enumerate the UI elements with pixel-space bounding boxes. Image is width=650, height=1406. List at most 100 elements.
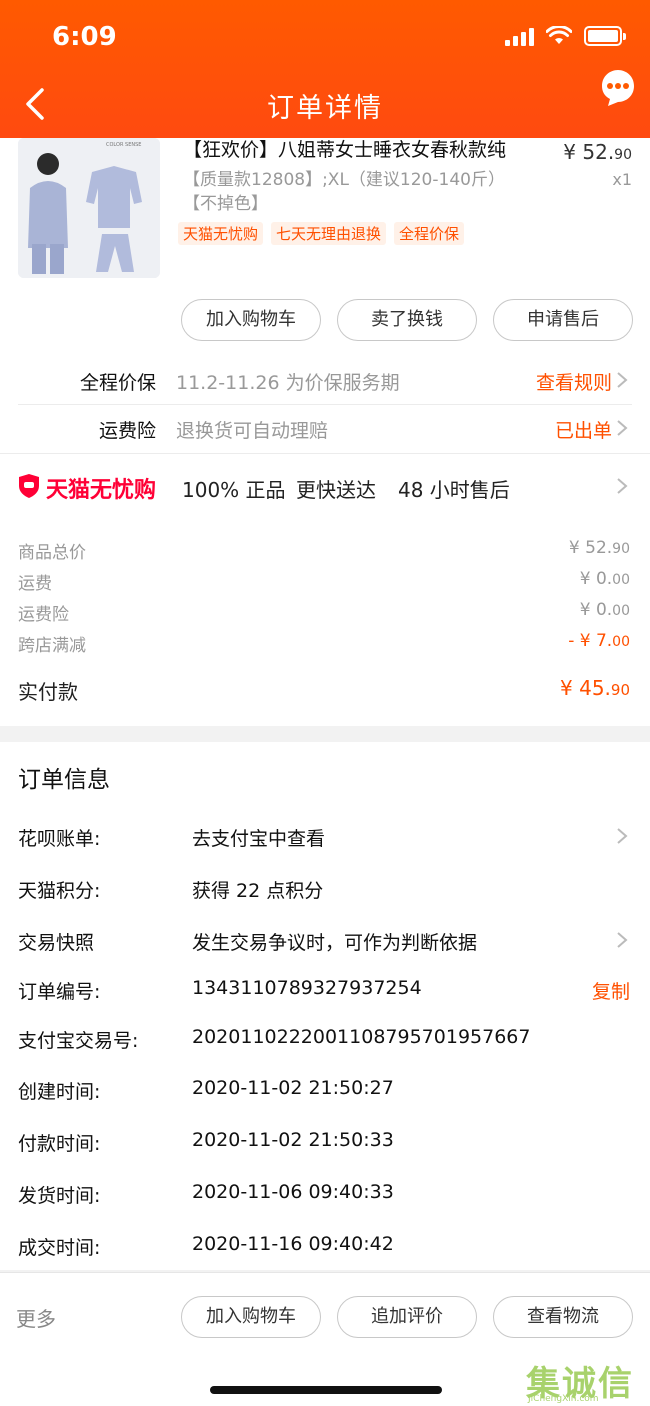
order-info-title: 订单信息 bbox=[18, 767, 110, 793]
feature-48h-aftersale: 48 小时售后 bbox=[398, 478, 510, 502]
info-value: 1343110789327937254 bbox=[192, 977, 422, 999]
product-price-decimal: 90 bbox=[614, 147, 632, 163]
watermark-logo: 集诚信 JiChengXin.com bbox=[526, 1356, 644, 1404]
summary-value: ¥ 0.00 bbox=[580, 600, 630, 620]
product-card: COLOR SENSE 【狂欢价】八姐蒂女士睡衣女春秋款纯 ¥ 52.90 【质… bbox=[0, 138, 650, 453]
product-spec-line: 【质量款12808】;XL（建议120-140斤） bbox=[183, 170, 505, 190]
status-time: 6:09 bbox=[52, 22, 117, 52]
summary-value-integer: ¥ 0. bbox=[579, 600, 613, 620]
tag-7day-return: 七天无理由退换 bbox=[271, 222, 387, 245]
summary-label: 商品总价 bbox=[18, 543, 86, 563]
info-key: 花呗账单: bbox=[18, 828, 101, 850]
paid-label: 实付款 bbox=[18, 680, 78, 704]
info-key: 订单编号: bbox=[18, 981, 101, 1003]
resell-button[interactable]: 卖了换钱 bbox=[337, 299, 477, 341]
summary-value-integer: ¥ 0. bbox=[579, 569, 613, 589]
product-price: ¥ 52.90 bbox=[563, 140, 632, 164]
product-price-integer: ¥ 52. bbox=[563, 140, 615, 164]
copy-button[interactable]: 复制 bbox=[592, 977, 630, 1004]
service-row-price-protect[interactable]: 全程价保 11.2-11.26 为价保服务期 查看规则 bbox=[18, 356, 632, 404]
info-value: 去支付宝中查看 bbox=[192, 828, 326, 850]
service-row-shipping-insurance[interactable]: 运费险 退换货可自动理赔 已出单 bbox=[18, 404, 632, 452]
summary-label: 运费 bbox=[18, 574, 52, 594]
wifi-icon bbox=[546, 26, 572, 44]
info-key: 成交时间: bbox=[18, 1237, 101, 1259]
service-label: 全程价保 bbox=[79, 372, 156, 394]
paid-value-decimal: 90 bbox=[610, 681, 630, 699]
tag-worry-free: 天猫无忧购 bbox=[178, 222, 264, 245]
summary-label: 运费险 bbox=[18, 605, 69, 625]
service-desc: 退换货可自动理赔 bbox=[176, 420, 329, 442]
summary-row: 商品总价 ¥ 52.90 bbox=[18, 538, 630, 563]
product-title[interactable]: 【狂欢价】八姐蒂女士睡衣女春秋款纯 bbox=[183, 138, 543, 162]
info-value: 2020-11-16 09:40:42 bbox=[192, 1233, 394, 1255]
summary-value: ¥ 52.90 bbox=[569, 538, 630, 558]
info-value: 2020-11-02 21:50:33 bbox=[192, 1129, 394, 1151]
tmall-guarantee-row[interactable]: 天猫无忧购 100% 正品 更快送达 48 小时售后 bbox=[0, 453, 650, 518]
add-to-cart-button[interactable]: 加入购物车 bbox=[181, 1296, 321, 1338]
product-quantity: x1 bbox=[612, 170, 632, 189]
product-tags: 天猫无忧购 七天无理由退换 全程价保 bbox=[178, 222, 465, 245]
paid-value-integer: ¥ 45. bbox=[560, 676, 611, 700]
chat-more-icon[interactable] bbox=[598, 68, 638, 108]
summary-row: 跨店满减 - ¥ 7.00 bbox=[18, 631, 630, 656]
tmall-shield-icon bbox=[19, 474, 39, 498]
info-key: 支付宝交易号: bbox=[18, 1030, 139, 1052]
product-spec: 【质量款12808】;XL（建议120-140斤） 【不掉色】 bbox=[183, 168, 543, 216]
header-bar: 6:09 订单详情 bbox=[0, 0, 650, 138]
info-key: 创建时间: bbox=[18, 1081, 101, 1103]
summary-value-integer: - ¥ 7. bbox=[568, 631, 613, 651]
chevron-right-icon bbox=[617, 420, 628, 436]
info-key: 付款时间: bbox=[18, 1133, 101, 1155]
info-key: 交易快照 bbox=[18, 932, 95, 954]
insurance-status-link[interactable]: 已出单 bbox=[555, 416, 612, 443]
summary-value-decimal: 00 bbox=[612, 603, 630, 619]
summary-row: 运费 ¥ 0.00 bbox=[18, 569, 630, 594]
summary-value: ¥ 0.00 bbox=[580, 569, 630, 589]
service-label: 运费险 bbox=[98, 420, 156, 442]
info-value: 2020110222001108795701957667 bbox=[192, 1026, 531, 1048]
info-value: 2020-11-06 09:40:33 bbox=[192, 1181, 394, 1203]
summary-value-decimal: 90 bbox=[612, 541, 630, 557]
paid-value: ¥ 45.90 bbox=[560, 676, 630, 700]
info-key: 发货时间: bbox=[18, 1185, 101, 1207]
cellular-signal-icon bbox=[505, 26, 534, 46]
summary-value-decimal: 00 bbox=[612, 634, 630, 650]
info-value: 2020-11-02 21:50:27 bbox=[192, 1077, 394, 1099]
after-sale-button[interactable]: 申请售后 bbox=[493, 299, 633, 341]
order-info-section: 订单信息 花呗账单: 去支付宝中查看 天猫积分: 获得 22 点积分 交易快照 … bbox=[0, 742, 650, 1270]
chevron-right-icon bbox=[617, 478, 628, 494]
feature-fast-delivery: 更快送达 bbox=[296, 478, 376, 502]
product-thumbnail[interactable]: COLOR SENSE bbox=[18, 138, 160, 278]
more-button[interactable]: 更多 bbox=[16, 1303, 56, 1332]
price-summary: 商品总价 ¥ 52.90 运费 ¥ 0.00 运费险 ¥ 0.00 跨店满减 -… bbox=[0, 518, 650, 726]
service-desc: 11.2-11.26 为价保服务期 bbox=[176, 372, 400, 394]
info-key: 天猫积分: bbox=[18, 880, 101, 902]
product-spec-line: 【不掉色】 bbox=[183, 194, 268, 214]
summary-value-decimal: 00 bbox=[612, 572, 630, 588]
add-to-cart-button[interactable]: 加入购物车 bbox=[181, 299, 321, 341]
summary-label: 跨店满减 bbox=[18, 636, 86, 656]
info-value: 获得 22 点积分 bbox=[192, 880, 324, 902]
home-indicator[interactable] bbox=[210, 1386, 442, 1394]
status-icons bbox=[505, 26, 626, 46]
chevron-right-icon bbox=[617, 372, 628, 388]
summary-row: 运费险 ¥ 0.00 bbox=[18, 600, 630, 625]
view-logistics-button[interactable]: 查看物流 bbox=[493, 1296, 633, 1338]
page-title: 订单详情 bbox=[267, 93, 383, 124]
thumbnail-brand-text: COLOR SENSE bbox=[106, 142, 142, 148]
summary-value: - ¥ 7.00 bbox=[568, 631, 630, 651]
tmall-worry-free-brand: 天猫无忧购 bbox=[46, 478, 157, 503]
chevron-right-icon bbox=[617, 828, 628, 844]
tag-price-protect: 全程价保 bbox=[394, 222, 465, 245]
info-value: 发生交易争议时，可作为判断依据 bbox=[192, 932, 478, 954]
summary-value-integer: ¥ 52. bbox=[568, 538, 613, 558]
add-review-button[interactable]: 追加评价 bbox=[337, 1296, 477, 1338]
paid-amount-row: 实付款 ¥ 45.90 bbox=[18, 676, 630, 705]
battery-icon bbox=[584, 26, 626, 46]
view-rules-link[interactable]: 查看规则 bbox=[536, 368, 612, 395]
chevron-right-icon bbox=[617, 932, 628, 948]
watermark-url: JiChengXin.com bbox=[528, 1394, 599, 1404]
feature-authentic: 100% 正品 bbox=[182, 478, 286, 502]
pajama-image bbox=[18, 138, 160, 278]
